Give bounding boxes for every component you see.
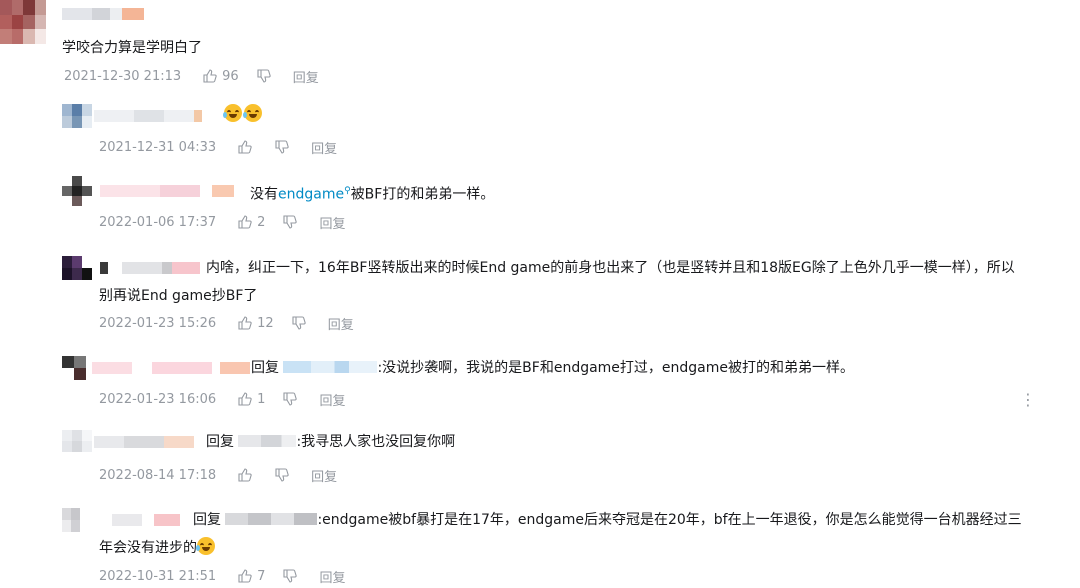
reply-meta: 2022-01-23 16:06 1 回复 bbox=[99, 389, 345, 409]
thumbs-down-icon bbox=[292, 316, 306, 330]
reply-text-continued: 年会没有进步的 bbox=[99, 535, 217, 561]
reply-to-username[interactable] bbox=[225, 513, 318, 525]
keyword-link[interactable]: endgame bbox=[278, 187, 344, 203]
username[interactable] bbox=[94, 108, 208, 124]
reply-time: 2022-08-14 17:18 bbox=[99, 467, 217, 483]
reply-to-label: 回复 bbox=[206, 434, 234, 450]
dislike-button[interactable] bbox=[283, 569, 298, 583]
reply-button[interactable]: 回复 bbox=[319, 213, 345, 232]
thumbs-up-icon bbox=[238, 215, 252, 229]
like-count: 96 bbox=[222, 68, 239, 84]
reply-time: 2022-01-06 17:37 bbox=[99, 214, 217, 230]
reply-meta: 2022-10-31 21:51 7 回复 bbox=[99, 566, 345, 586]
avatar[interactable] bbox=[62, 176, 92, 206]
dislike-button[interactable] bbox=[292, 316, 306, 330]
username[interactable] bbox=[92, 360, 250, 376]
comment-time: 2021-12-30 21:13 bbox=[64, 68, 182, 84]
reply-text: 回复 :没说抄袭啊，我说的是BF和endgame打过，endgame被打的和弟弟… bbox=[251, 360, 855, 376]
thumbs-down-icon bbox=[257, 69, 271, 83]
more-options-icon[interactable]: ⋮ bbox=[1020, 390, 1036, 409]
reply-to-username[interactable] bbox=[283, 361, 378, 373]
reply-to-label: 回复 bbox=[193, 512, 221, 528]
reply-meta: 2022-01-06 17:37 2 回复 bbox=[99, 212, 345, 232]
reply-text bbox=[223, 102, 264, 128]
reply-text: 内啥，纠正一下，16年BF竖转版出来的时候End game的前身也出来了（也是竖… bbox=[206, 260, 1015, 276]
like-button[interactable] bbox=[238, 468, 257, 482]
thumbs-up-icon bbox=[203, 69, 217, 83]
like-button[interactable]: 96 bbox=[203, 69, 239, 84]
reply-button[interactable]: 回复 bbox=[319, 567, 345, 586]
avatar[interactable] bbox=[0, 0, 46, 44]
thumbs-up-icon bbox=[238, 316, 252, 330]
reply-time: 2022-01-23 16:06 bbox=[99, 391, 217, 407]
reply-to-username[interactable] bbox=[238, 435, 297, 447]
reply-button[interactable]: 回复 bbox=[311, 466, 337, 485]
username[interactable] bbox=[62, 6, 144, 22]
dislike-button[interactable] bbox=[275, 140, 289, 154]
avatar[interactable] bbox=[62, 430, 92, 452]
reply-meta: 2021-12-31 04:33 回复 bbox=[99, 137, 337, 157]
reply-button[interactable]: 回复 bbox=[311, 138, 337, 157]
dislike-button[interactable] bbox=[275, 468, 289, 482]
comment-text: 学咬合力算是学明白了 bbox=[62, 40, 202, 56]
like-count: 7 bbox=[257, 568, 266, 584]
username[interactable] bbox=[100, 512, 180, 528]
thumbs-up-icon bbox=[238, 468, 252, 482]
reply-button[interactable]: 回复 bbox=[328, 314, 354, 333]
reply-text: 没有endgame⚲被BF打的和弟弟一样。 bbox=[250, 186, 495, 203]
reply-text: 回复 :我寻思人家也没回复你啊 bbox=[206, 434, 456, 450]
like-count: 12 bbox=[257, 315, 274, 331]
thumbs-up-icon bbox=[238, 140, 252, 154]
reply-meta: 2022-01-23 15:26 12 回复 bbox=[99, 313, 354, 333]
avatar[interactable] bbox=[62, 104, 92, 128]
like-button[interactable]: 7 bbox=[238, 569, 265, 584]
thumbs-down-icon bbox=[275, 468, 289, 482]
thumbs-up-icon bbox=[238, 392, 252, 406]
like-count: 1 bbox=[257, 391, 266, 407]
avatar[interactable] bbox=[62, 508, 80, 532]
laughing-tears-emoji bbox=[243, 104, 262, 122]
thumbs-down-icon bbox=[283, 569, 298, 583]
reply-meta: 2022-08-14 17:18 回复 bbox=[99, 465, 337, 485]
like-button[interactable]: 1 bbox=[238, 392, 265, 407]
reply-to-label: 回复 bbox=[251, 360, 279, 376]
thumbs-up-icon bbox=[238, 569, 252, 583]
username[interactable] bbox=[100, 183, 234, 199]
like-button[interactable]: 2 bbox=[238, 215, 265, 230]
avatar[interactable] bbox=[62, 356, 86, 380]
like-button[interactable] bbox=[238, 140, 257, 154]
thumbs-down-icon bbox=[275, 140, 289, 154]
reply-time: 2021-12-31 04:33 bbox=[99, 139, 217, 155]
reply-button[interactable]: 回复 bbox=[319, 390, 345, 409]
reply-time: 2022-01-23 15:26 bbox=[99, 315, 217, 331]
reply-button[interactable]: 回复 bbox=[293, 67, 319, 86]
reply-text: 回复 :endgame被bf暴打是在17年，endgame后来夺冠是在20年，b… bbox=[193, 512, 1022, 528]
avatar[interactable] bbox=[62, 256, 92, 280]
dislike-button[interactable] bbox=[283, 215, 298, 229]
dislike-button[interactable] bbox=[257, 69, 271, 83]
reply-text-continued: 别再说End game抄BF了 bbox=[99, 288, 258, 304]
like-button[interactable]: 12 bbox=[238, 316, 274, 331]
dislike-button[interactable] bbox=[283, 392, 298, 406]
like-count: 2 bbox=[257, 214, 266, 230]
comment-meta: 2021-12-30 21:13 96 回复 bbox=[64, 66, 319, 86]
thumbs-down-icon bbox=[283, 215, 298, 229]
username[interactable] bbox=[100, 260, 200, 276]
sweat-smile-emoji bbox=[196, 537, 215, 555]
reply-time: 2022-10-31 21:51 bbox=[99, 568, 217, 584]
username[interactable] bbox=[94, 434, 194, 450]
laughing-tears-emoji bbox=[223, 104, 242, 122]
search-icon[interactable]: ⚲ bbox=[344, 186, 351, 196]
thumbs-down-icon bbox=[283, 392, 298, 406]
